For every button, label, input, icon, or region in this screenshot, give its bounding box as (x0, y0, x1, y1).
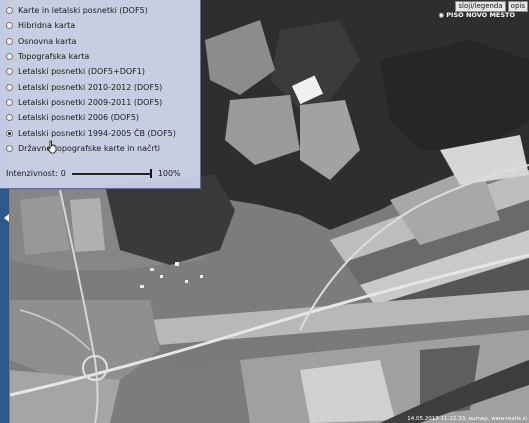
layer-option-label: Letalski posnetki 2006 (DOF5) (18, 113, 140, 123)
intensity-min: 0 (60, 169, 66, 178)
layer-option[interactable]: Letalski posnetki 2009-2011 (DOF5) (0, 95, 200, 110)
radio-button[interactable] (6, 68, 13, 76)
intensity-max: 100% (157, 169, 181, 178)
collapse-arrow-icon[interactable] (4, 214, 9, 222)
layer-option-label: Karte in letalski posnetki (DOF5) (18, 6, 148, 16)
intensity-slider[interactable] (71, 169, 152, 178)
radio-button[interactable] (6, 22, 13, 30)
layer-option[interactable]: Karte in letalski posnetki (DOF5) (0, 3, 200, 18)
layer-panel: Karte in letalski posnetki (DOF5) Hibridn… (0, 0, 201, 189)
radio-button[interactable] (6, 114, 13, 122)
radio-button[interactable] (6, 129, 13, 137)
slider-track (71, 173, 152, 175)
layer-option-label: Hibridna karta (18, 21, 76, 31)
layer-option[interactable]: Državne topografske karte in načrti (0, 141, 200, 156)
layer-option-label: Topografska karta (18, 52, 90, 62)
radio-button[interactable] (6, 37, 13, 45)
layer-option[interactable]: Hibridna karta (0, 18, 200, 33)
layer-option-label: Letalski posnetki 1994-2005 ČB (DOF5) (18, 128, 176, 138)
place-label: ◉ PISO NOVO MESTO (438, 11, 515, 19)
layer-option-label: Državne topografske karte in načrti (18, 143, 161, 153)
layer-option[interactable]: Letalski posnetki 1994-2005 ČB (DOF5) (0, 125, 200, 140)
layer-option[interactable]: Topografska karta (0, 49, 200, 64)
hand-cursor-icon (47, 140, 57, 154)
layer-option[interactable]: Letalski posnetki 2006 (DOF5) (0, 110, 200, 125)
layer-option[interactable]: Letalski posnetki (DOF5+DOF1) (0, 64, 200, 79)
radio-button[interactable] (6, 144, 13, 152)
intensity-label: Intenzivnost: (6, 169, 58, 178)
layer-options: Karte in letalski posnetki (DOF5) Hibridn… (0, 3, 200, 156)
radio-button[interactable] (6, 98, 13, 106)
layer-option[interactable]: Letalski posnetki 2010-2012 (DOF5) (0, 79, 200, 94)
layer-option-label: Letalski posnetki 2009-2011 (DOF5) (18, 97, 163, 107)
slider-knob[interactable] (149, 169, 152, 178)
radio-button[interactable] (6, 53, 13, 61)
layer-option[interactable]: Osnovna karta (0, 34, 200, 49)
layer-option-label: Letalski posnetki 2010-2012 (DOF5) (18, 82, 163, 92)
layer-option-label: Letalski posnetki (DOF5+DOF1) (18, 67, 145, 77)
layer-option-label: Osnovna karta (18, 36, 77, 46)
radio-button[interactable] (6, 7, 13, 15)
radio-button[interactable] (6, 83, 13, 91)
intensity-control: Intenzivnost: 0 100% (6, 169, 181, 178)
map-footer: 14.05.2013 11:22:33, eumap, www.realis.s… (407, 416, 527, 422)
